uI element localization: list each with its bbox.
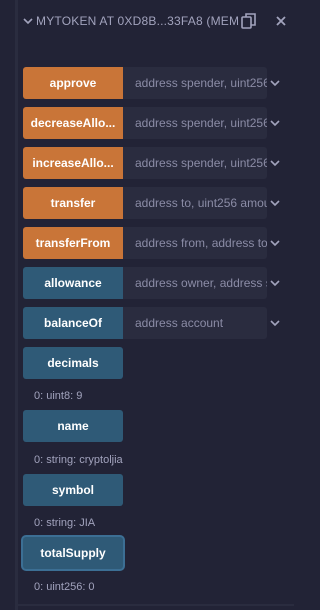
function-row-decimals: decimals [23,347,123,379]
function-row-balance-of: balanceOf address account [23,307,267,339]
decimals-result: 0: uint8: 9 [34,390,83,402]
approve-input[interactable]: address spender, uint256 amount [123,67,267,99]
function-row-symbol: symbol [23,474,123,506]
total-supply-button[interactable]: totalSupply [23,537,123,569]
increase-allowance-input[interactable]: address spender, uint256 addedValue [123,147,267,179]
function-row-approve: approve address spender, uint256 amount [23,67,267,99]
function-row-total-supply: totalSupply [23,537,123,569]
decimals-button[interactable]: decimals [23,347,123,379]
contract-title: MYTOKEN AT 0XD8B...33FA8 (MEM [36,14,238,28]
balance-of-input[interactable]: address account [123,307,267,339]
transfer-button[interactable]: transfer [23,187,123,219]
chevron-down-icon[interactable] [22,15,34,27]
chevron-down-icon[interactable] [268,316,282,330]
increase-allowance-button[interactable]: increaseAllo... [23,147,123,179]
name-button[interactable]: name [23,410,123,442]
name-result: 0: string: cryptoljia [34,454,123,466]
decrease-allowance-button[interactable]: decreaseAllo... [23,107,123,139]
panel-divider [18,604,294,606]
symbol-result: 0: string: JIA [34,517,96,529]
chevron-down-icon[interactable] [268,116,282,130]
function-row-transfer: transfer address to, uint256 amount [23,187,267,219]
function-row-increase-allowance: increaseAllo... address spender, uint256… [23,147,267,179]
contract-header: MYTOKEN AT 0XD8B...33FA8 (MEM [18,0,294,44]
close-icon[interactable] [274,14,288,28]
allowance-input[interactable]: address owner, address spender [123,267,267,299]
function-row-transfer-from: transferFrom address from, address to, u… [23,227,267,259]
symbol-button[interactable]: symbol [23,474,123,506]
copy-icon[interactable] [240,12,258,30]
panel-left-border [15,0,18,610]
balance-of-button[interactable]: balanceOf [23,307,123,339]
function-row-decrease-allowance: decreaseAllo... address spender, uint256… [23,107,267,139]
chevron-down-icon[interactable] [268,76,282,90]
chevron-down-icon[interactable] [268,236,282,250]
total-supply-result: 0: uint256: 0 [34,581,95,593]
chevron-down-icon[interactable] [268,156,282,170]
transfer-from-button[interactable]: transferFrom [23,227,123,259]
chevron-down-icon[interactable] [268,196,282,210]
decrease-allowance-input[interactable]: address spender, uint256 subtractedValue [123,107,267,139]
transfer-input[interactable]: address to, uint256 amount [123,187,267,219]
allowance-button[interactable]: allowance [23,267,123,299]
chevron-down-icon[interactable] [268,276,282,290]
function-row-allowance: allowance address owner, address spender [23,267,267,299]
transfer-from-input[interactable]: address from, address to, uint256 amount [123,227,267,259]
approve-button[interactable]: approve [23,67,123,99]
function-row-name: name [23,410,123,442]
